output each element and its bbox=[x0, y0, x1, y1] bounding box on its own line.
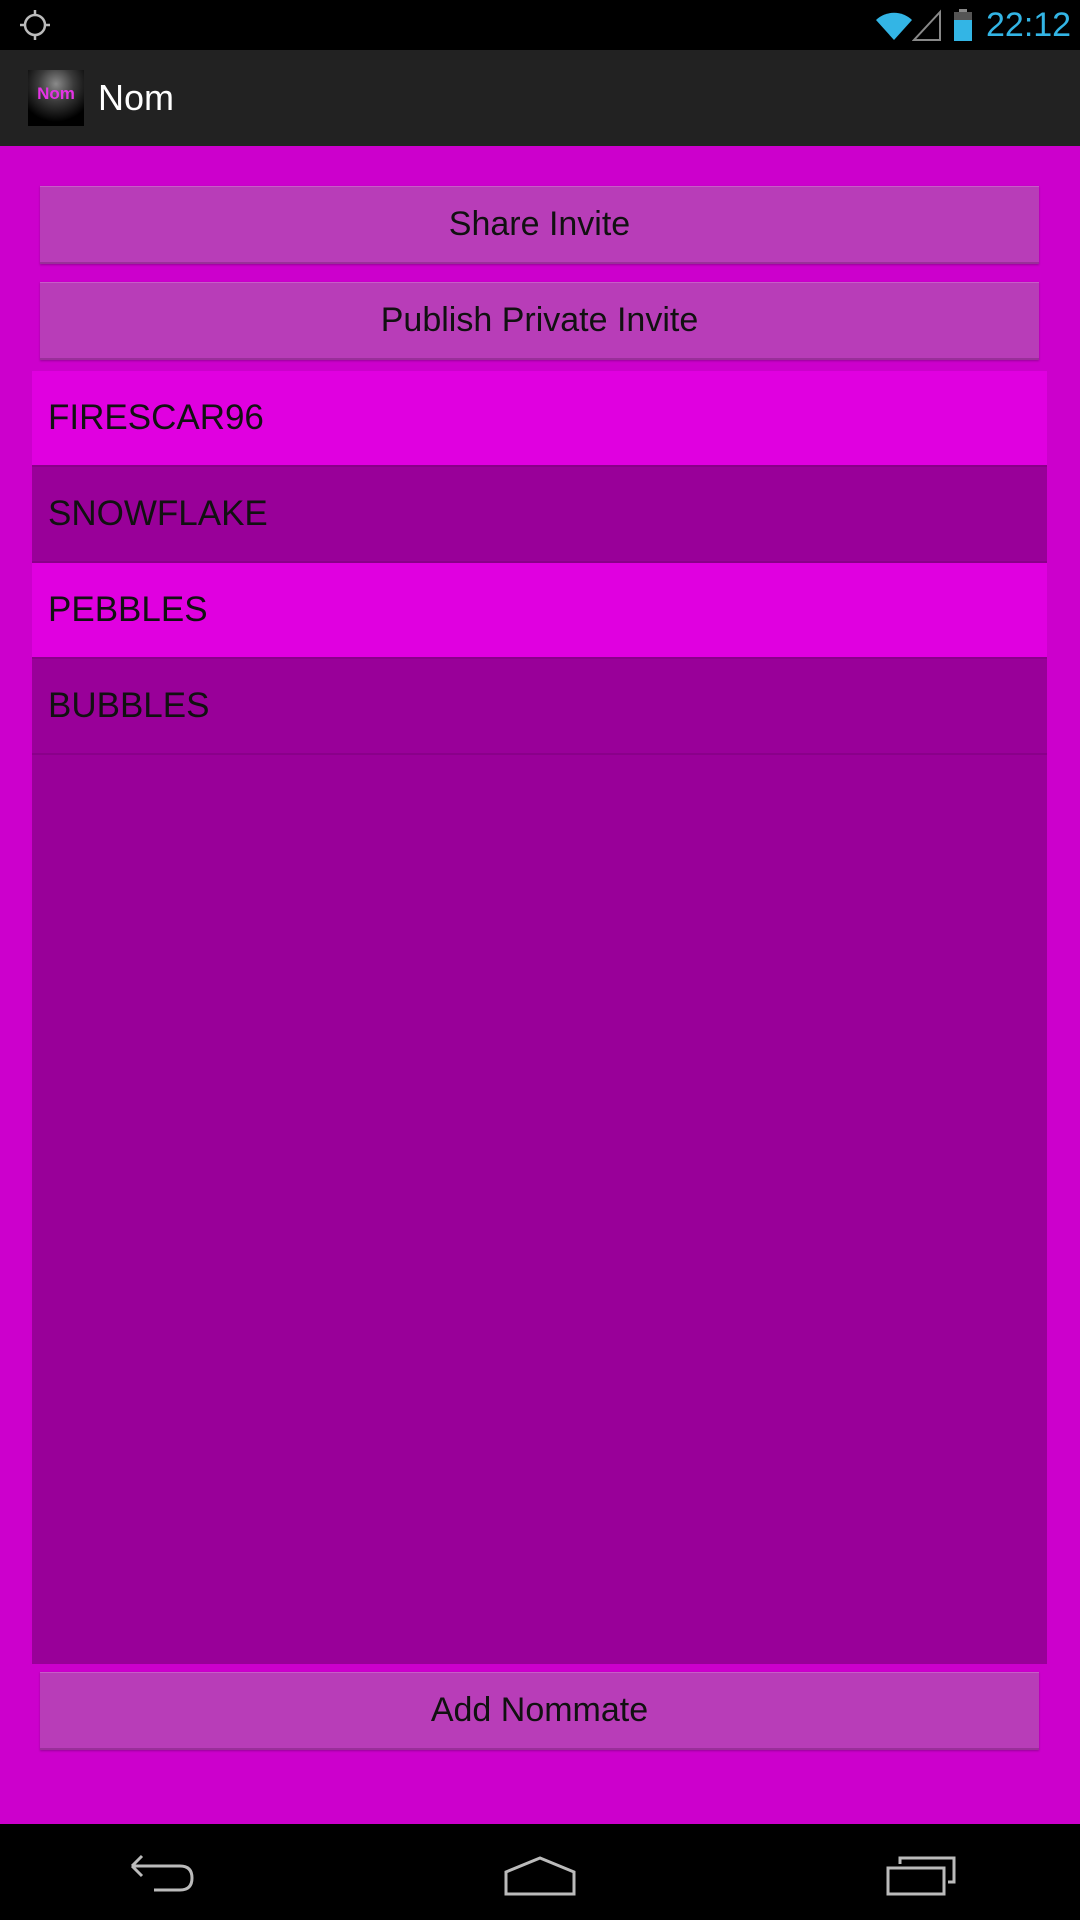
app-icon-label: Nom bbox=[37, 84, 75, 103]
main-content: Share Invite Publish Private Invite FIRE… bbox=[0, 146, 1080, 1824]
list-item[interactable]: FIRESCAR96 bbox=[32, 371, 1047, 467]
gps-icon bbox=[20, 10, 50, 40]
app-logo-icon[interactable]: Nom bbox=[28, 70, 84, 126]
status-bar: 22:12 bbox=[0, 0, 1080, 50]
battery-icon bbox=[954, 9, 972, 41]
publish-private-invite-button[interactable]: Publish Private Invite bbox=[40, 282, 1039, 360]
list-item[interactable]: SNOWFLAKE bbox=[32, 467, 1047, 563]
navigation-bar bbox=[0, 1824, 1080, 1920]
list-item[interactable]: BUBBLES bbox=[32, 659, 1047, 755]
action-bar: Nom Nom bbox=[0, 50, 1080, 148]
home-icon[interactable] bbox=[500, 1844, 580, 1900]
add-nommate-button[interactable]: Add Nommate bbox=[40, 1672, 1039, 1750]
share-invite-button[interactable]: Share Invite bbox=[40, 186, 1039, 264]
back-icon[interactable] bbox=[120, 1844, 200, 1900]
wifi-icon bbox=[876, 12, 912, 41]
status-clock: 22:12 bbox=[986, 6, 1072, 44]
recent-apps-icon[interactable] bbox=[880, 1844, 960, 1900]
list-item[interactable]: PEBBLES bbox=[32, 563, 1047, 659]
signal-icon bbox=[912, 9, 941, 41]
nommate-list[interactable]: FIRESCAR96 SNOWFLAKE PEBBLES BUBBLES bbox=[32, 371, 1047, 1664]
app-title: Nom bbox=[98, 77, 175, 118]
